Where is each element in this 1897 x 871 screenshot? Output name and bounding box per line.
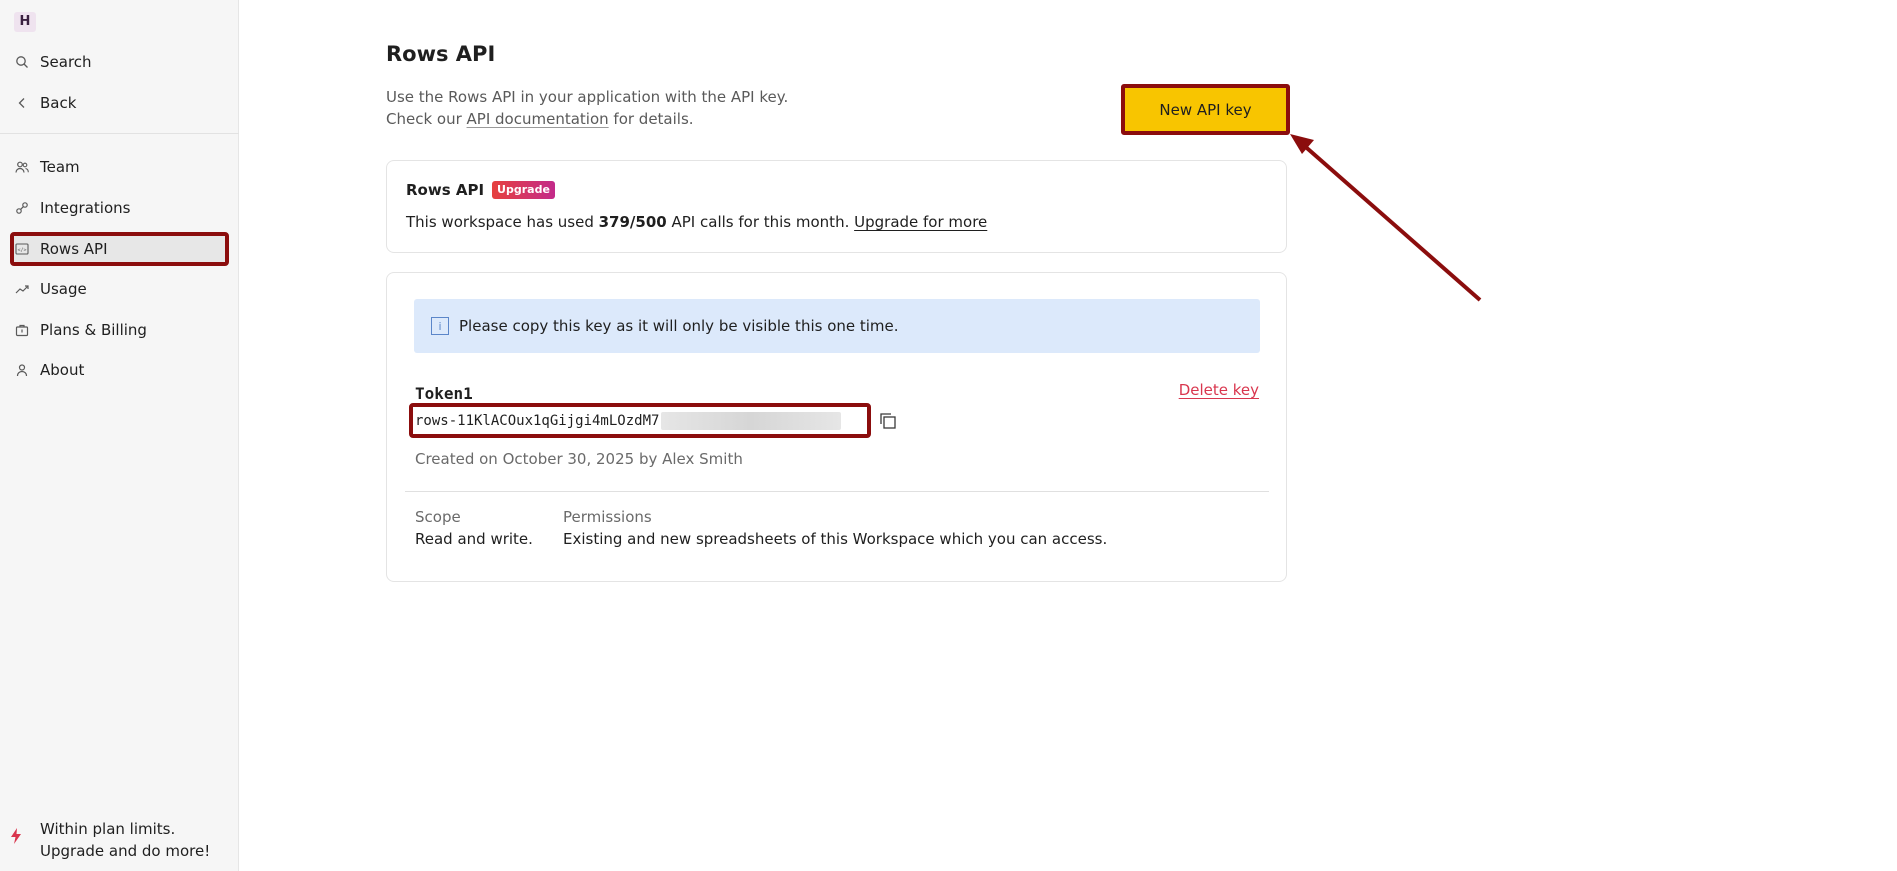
new-api-key-button[interactable]: New API key (1121, 84, 1290, 135)
sidebar-item-label: Rows API (40, 240, 108, 258)
description-line: Check our API documentation for details. (386, 108, 788, 130)
info-banner-text: Please copy this key as it will only be … (459, 317, 899, 335)
sidebar: H Search Back Team Integrations </> Rows… (0, 0, 239, 871)
sidebar-item-label: Search (40, 53, 92, 71)
page-title: Rows API (386, 42, 496, 66)
copy-icon[interactable] (878, 411, 898, 431)
person-icon (12, 360, 32, 380)
permissions-label: Permissions (563, 508, 652, 526)
divider (405, 491, 1269, 492)
page-description: Use the Rows API in your application wit… (386, 86, 788, 130)
api-token-value: rows-11KlACOux1qGijgi4mLOzdM7 (415, 412, 660, 429)
sidebar-item-rows-api[interactable]: </> Rows API (10, 232, 229, 266)
info-icon: i (431, 317, 449, 335)
scope-value: Read and write. (415, 530, 533, 548)
chevron-left-icon (12, 93, 32, 113)
usage-text-suffix: API calls for this month. (666, 213, 855, 231)
integrations-icon (12, 198, 32, 218)
trend-icon (12, 279, 32, 299)
info-banner: i Please copy this key as it will only b… (414, 299, 1260, 353)
delete-key-link[interactable]: Delete key (1179, 381, 1259, 399)
code-icon: </> (12, 239, 32, 259)
search-icon (12, 52, 32, 72)
sidebar-item-label: Team (40, 158, 80, 176)
description-text: Check our (386, 110, 467, 128)
usage-text-prefix: This workspace has used (406, 213, 599, 231)
permissions-value: Existing and new spreadsheets of this Wo… (563, 530, 1108, 548)
sidebar-divider (0, 133, 239, 134)
sidebar-item-label: About (40, 361, 85, 379)
bolt-icon (10, 828, 30, 850)
svg-text:</>: </> (17, 248, 26, 254)
briefcase-icon (12, 320, 32, 340)
sidebar-item-team[interactable]: Team (10, 152, 229, 182)
team-icon (12, 157, 32, 177)
plan-status-line2: Upgrade and do more! (40, 842, 211, 860)
sidebar-item-integrations[interactable]: Integrations (10, 193, 229, 223)
usage-title-text: Rows API (406, 181, 485, 199)
plan-status[interactable]: Within plan limits. Upgrade and do more! (10, 818, 210, 862)
sidebar-item-plans-billing[interactable]: Plans & Billing (10, 315, 229, 345)
sidebar-item-label: Back (40, 94, 77, 112)
upgrade-badge[interactable]: Upgrade (492, 181, 555, 199)
usage-card-title: Rows API Upgrade (406, 181, 555, 199)
workspace-badge[interactable]: H (14, 12, 36, 32)
usage-count: 379/500 (598, 213, 667, 231)
sidebar-item-about[interactable]: About (10, 355, 229, 385)
api-documentation-link[interactable]: API documentation (467, 110, 609, 128)
description-line: Use the Rows API in your application wit… (386, 88, 789, 106)
plan-status-line1: Within plan limits. (40, 820, 176, 838)
sidebar-item-back[interactable]: Back (10, 88, 229, 118)
created-info: Created on October 30, 2025 by Alex Smit… (415, 450, 743, 468)
sidebar-item-search[interactable]: Search (10, 47, 229, 77)
token-redaction-mask (661, 411, 842, 430)
usage-summary: This workspace has used 379/500 API call… (406, 213, 987, 231)
upgrade-for-more-link[interactable]: Upgrade for more (854, 213, 987, 231)
usage-card: Rows API Upgrade This workspace has used… (386, 160, 1287, 253)
sidebar-item-label: Plans & Billing (40, 321, 147, 339)
scope-label: Scope (415, 508, 461, 526)
sidebar-item-usage[interactable]: Usage (10, 274, 229, 304)
sidebar-item-label: Integrations (40, 199, 131, 217)
api-token-field[interactable]: rows-11KlACOux1qGijgi4mLOzdM7 (409, 403, 871, 438)
token-name: Token1 (415, 384, 473, 403)
sidebar-item-label: Usage (40, 280, 87, 298)
annotation-arrow (1290, 134, 1482, 302)
description-text: for details. (608, 110, 694, 128)
api-key-card: i Please copy this key as it will only b… (386, 272, 1287, 582)
